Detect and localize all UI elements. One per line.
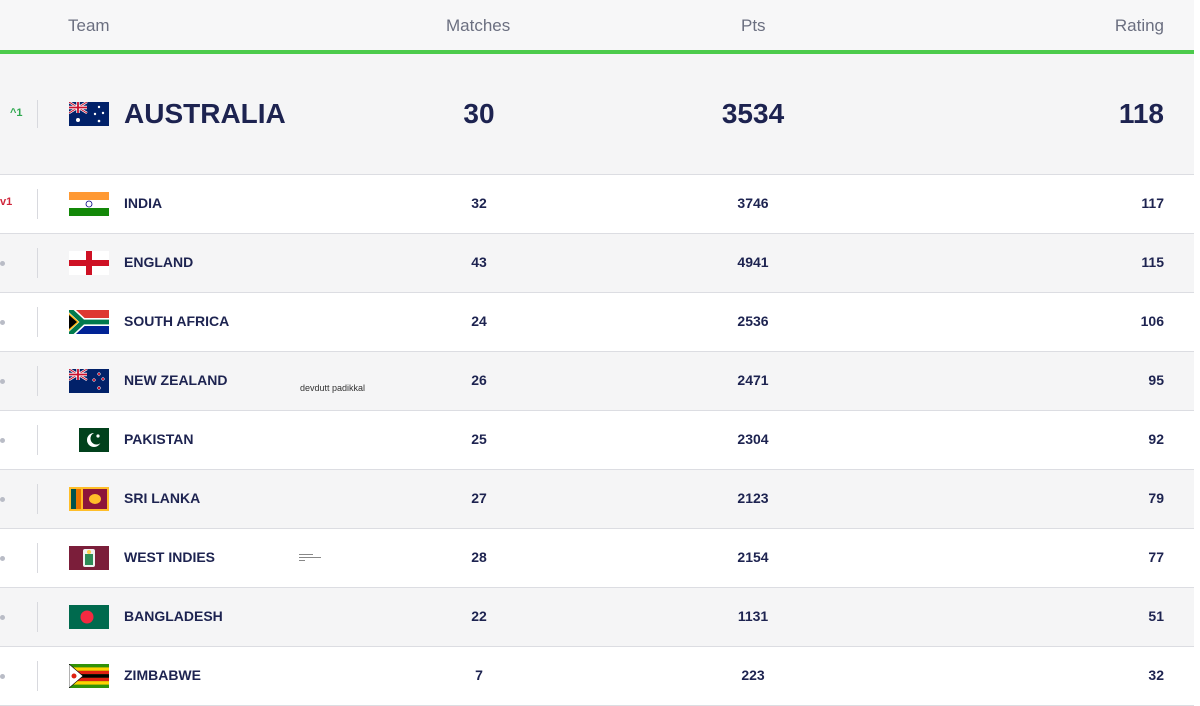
points-value: 3746 [737, 195, 769, 211]
west-indies-flag-icon [69, 546, 109, 570]
team-name[interactable]: PAKISTAN [124, 431, 193, 447]
rating-value: 115 [1141, 254, 1164, 270]
points-value: 1131 [737, 608, 769, 624]
points-value: 2304 [737, 431, 769, 447]
england-flag-icon [69, 251, 109, 275]
no-change-dot [0, 379, 5, 384]
team-name[interactable]: ZIMBABWE [124, 667, 201, 683]
position-change [0, 470, 38, 528]
matches-value: 7 [475, 667, 483, 683]
no-change-dot [0, 438, 5, 443]
matches-value: 28 [471, 549, 487, 565]
rating-value: 51 [1148, 608, 1164, 624]
matches-value: 25 [471, 431, 487, 447]
points-value: 2123 [737, 490, 769, 506]
rankings-table: Team Matches Pts Rating ^1 AUSTRALIA 30 … [0, 0, 1194, 706]
table-row[interactable]: ZIMBABWE 7 223 32 [0, 647, 1194, 706]
rank-up-indicator: ^1 [10, 107, 23, 119]
table-row[interactable]: NEW ZEALAND devdutt padikkal 26 2471 95 [0, 352, 1194, 411]
points-value: 3534 [721, 98, 785, 129]
australia-flag-icon [69, 102, 109, 126]
position-change [0, 411, 38, 469]
matches-value: 30 [463, 98, 495, 129]
no-change-dot [0, 615, 5, 620]
table-row[interactable]: BANGLADESH 22 1131 51 [0, 588, 1194, 647]
team-name[interactable]: WEST INDIES [124, 549, 215, 565]
no-change-dot [0, 261, 5, 266]
table-row[interactable]: SOUTH AFRICA 24 2536 106 [0, 293, 1194, 352]
position-change [0, 588, 38, 646]
no-change-dot [0, 674, 5, 679]
rating-column-header[interactable]: Rating [1115, 16, 1164, 36]
position-change [0, 234, 38, 292]
team-name[interactable]: ENGLAND [124, 254, 193, 270]
rating-value: 117 [1141, 195, 1164, 211]
rating-value: 32 [1148, 667, 1164, 683]
matches-value: 27 [471, 490, 487, 506]
team-name[interactable]: AUSTRALIA [124, 98, 286, 130]
text-annotation: devdutt padikkal [300, 383, 366, 393]
team-name[interactable]: NEW ZEALAND [124, 372, 227, 388]
position-change [0, 529, 38, 587]
team-name[interactable]: SOUTH AFRICA [124, 313, 229, 329]
no-change-dot [0, 320, 5, 325]
points-value: 2154 [737, 549, 769, 565]
rank-down-indicator: v1 [0, 196, 13, 208]
rating-value: 79 [1148, 490, 1164, 506]
no-change-dot [0, 497, 5, 502]
pakistan-flag-icon [69, 428, 109, 452]
south-africa-flag-icon [69, 310, 109, 334]
matches-value: 22 [471, 608, 487, 624]
position-change: ^1 [0, 54, 38, 174]
table-row[interactable]: WEST INDIES 28 2154 77 [0, 529, 1194, 588]
position-change [0, 293, 38, 351]
small-annotation-lines [299, 554, 323, 563]
team-name[interactable]: BANGLADESH [124, 608, 223, 624]
team-name[interactable]: SRI LANKA [124, 490, 200, 506]
matches-value: 24 [471, 313, 487, 329]
team-name[interactable]: INDIA [124, 195, 162, 211]
team-column-header[interactable]: Team [68, 16, 110, 36]
table-header: Team Matches Pts Rating [0, 0, 1194, 54]
india-flag-icon [69, 192, 109, 216]
zimbabwe-flag-icon [69, 664, 109, 688]
table-row[interactable]: SRI LANKA 27 2123 79 [0, 470, 1194, 529]
table-row[interactable]: PAKISTAN 25 2304 92 [0, 411, 1194, 470]
rating-value: 118 [1118, 98, 1164, 129]
matches-value: 43 [471, 254, 487, 270]
position-change [0, 647, 38, 705]
pts-column-header[interactable]: Pts [741, 16, 766, 36]
table-row[interactable]: ENGLAND 43 4941 115 [0, 234, 1194, 293]
rating-value: 106 [1140, 313, 1164, 329]
matches-value: 26 [471, 372, 487, 388]
rating-value: 77 [1148, 549, 1164, 565]
table-row[interactable]: ^1 AUSTRALIA 30 3534 118 [0, 54, 1194, 175]
points-value: 223 [741, 667, 765, 683]
points-value: 4941 [737, 254, 769, 270]
matches-value: 32 [471, 195, 487, 211]
bangladesh-flag-icon [69, 605, 109, 629]
points-value: 2536 [737, 313, 769, 329]
table-row[interactable]: v1 INDIA 32 3746 117 [0, 175, 1194, 234]
position-change [0, 352, 38, 410]
matches-column-header[interactable]: Matches [446, 16, 510, 36]
new-zealand-flag-icon [69, 369, 109, 393]
rating-value: 95 [1148, 372, 1164, 388]
sri-lanka-flag-icon [69, 487, 109, 511]
points-value: 2471 [737, 372, 769, 388]
rating-value: 92 [1148, 431, 1164, 447]
no-change-dot [0, 556, 5, 561]
position-change: v1 [0, 175, 38, 233]
